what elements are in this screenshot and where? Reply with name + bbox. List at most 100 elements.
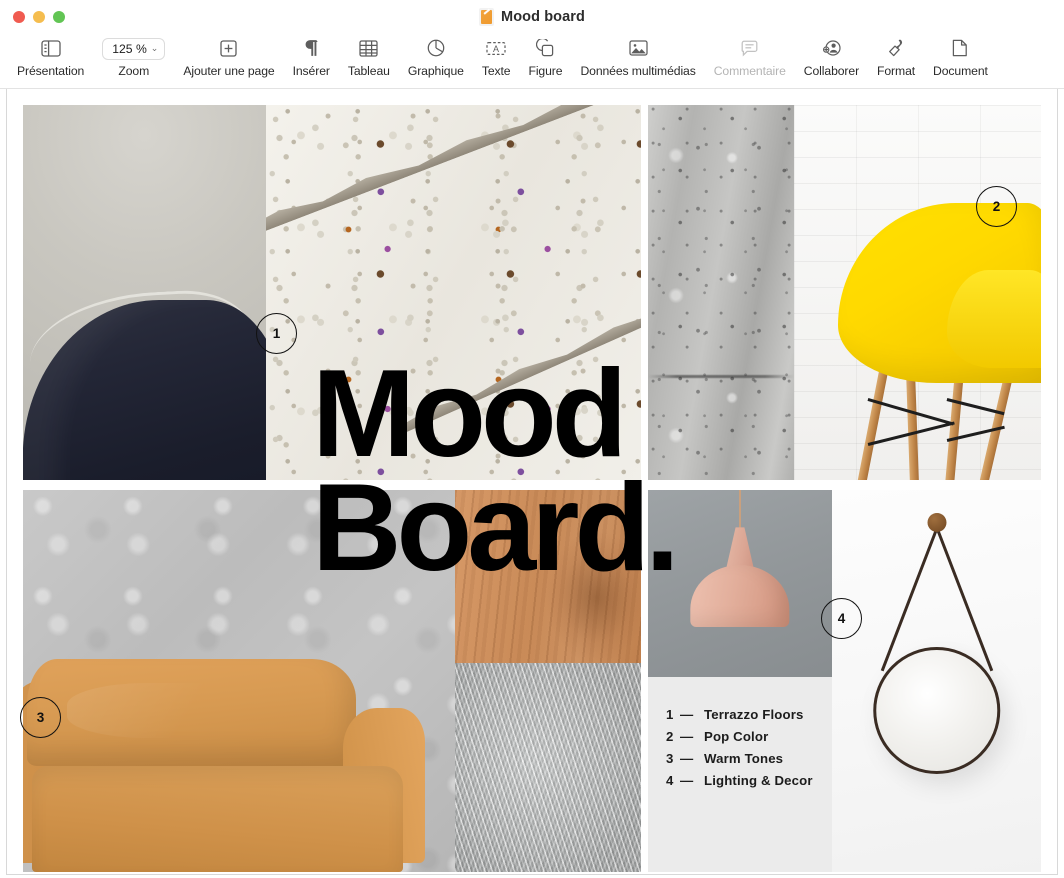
lamp-neck — [726, 527, 754, 568]
legend-row: 1 — Terrazzo Floors — [666, 707, 832, 722]
toolbar-label: Présentation — [17, 64, 84, 78]
toolbar-item-add-page[interactable]: Ajouter une page — [174, 34, 283, 78]
sofa-seat — [32, 766, 404, 872]
toolbar-label: Texte — [482, 64, 511, 78]
text-box-icon: A — [486, 36, 506, 60]
sofa-back-cushion — [27, 659, 355, 765]
legend-number: 3 — [666, 751, 680, 766]
photo-dark-leather-chair[interactable] — [23, 105, 266, 480]
legend-row: 4 — Lighting & Decor — [666, 773, 832, 788]
mood-board-grid: 1 — Terrazzo Floors 2 — Pop Color 3 — [23, 105, 1041, 872]
shape-icon — [536, 36, 554, 60]
legend-row: 3 — Warm Tones — [666, 751, 832, 766]
legend-number: 1 — [666, 707, 680, 722]
lamp-shade — [690, 565, 789, 627]
sofa-group — [23, 650, 455, 872]
photo-blush-pendant-lamp[interactable] — [648, 490, 832, 677]
toolbar-item-collaborate[interactable]: Collaborer — [795, 34, 868, 78]
chair-leg — [857, 368, 889, 480]
legend-dash: — — [680, 773, 704, 788]
toolbar-item-text[interactable]: A Texte — [473, 34, 520, 78]
media-icon — [629, 36, 648, 60]
toolbar-label: Données multimédias — [580, 64, 695, 78]
toolbar-label: Ajouter une page — [183, 64, 274, 78]
toolbar-label: Figure — [528, 64, 562, 78]
grid-quadrant-top-left — [23, 105, 641, 480]
legend-label: Warm Tones — [704, 751, 783, 766]
chart-icon — [427, 36, 445, 60]
toolbar-label: Zoom — [118, 64, 149, 78]
chair-leg — [978, 368, 1014, 480]
zoom-select[interactable]: 125 % ⌄ — [102, 38, 165, 60]
texture-stack — [455, 490, 641, 872]
collaborate-icon — [822, 36, 841, 60]
toolbar-item-shape[interactable]: Figure — [519, 34, 571, 78]
window-title-group: Mood board — [0, 0, 1064, 34]
photo-tan-leather-sofa[interactable] — [23, 490, 455, 872]
badge-1[interactable]: 1 — [256, 313, 297, 354]
legend-dash: — — [680, 729, 704, 744]
comment-icon — [741, 36, 758, 60]
toolbar-item-table[interactable]: Tableau — [339, 34, 399, 78]
photo-round-strap-mirror[interactable] — [832, 490, 1041, 872]
grid-quadrant-bottom-right: 1 — Terrazzo Floors 2 — Pop Color 3 — [648, 490, 1041, 872]
legend-number: 2 — [666, 729, 680, 744]
page-bottom-edge — [6, 874, 1058, 878]
table-icon — [359, 36, 378, 60]
legend-dash: — — [680, 751, 704, 766]
toolbar-label: Collaborer — [804, 64, 859, 78]
toolbar-label: Graphique — [408, 64, 464, 78]
terrazzo-edge-upper — [266, 105, 641, 238]
badge-3[interactable]: 3 — [20, 697, 61, 738]
toolbar-item-media[interactable]: Données multimédias — [571, 34, 704, 78]
toolbar-item-format[interactable]: Format — [868, 34, 924, 78]
chair-armrest — [947, 270, 1041, 368]
pages-document-icon — [479, 8, 494, 26]
mood-board-legend: 1 — Terrazzo Floors 2 — Pop Color 3 — [648, 677, 832, 872]
zoom-field-wrapper: 125 % ⌄ — [102, 36, 165, 60]
svg-text:A: A — [493, 44, 499, 54]
legend-dash: — — [680, 707, 704, 722]
window-titlebar: Mood board — [0, 0, 1064, 34]
photo-wood-grain[interactable] — [455, 490, 641, 663]
toolbar-label: Tableau — [348, 64, 390, 78]
grid-quadrant-bottom-left — [23, 490, 641, 872]
legend-label: Pop Color — [704, 729, 768, 744]
toolbar: Présentation 125 % ⌄ Zoom Ajouter une pa… — [0, 34, 1064, 89]
toolbar-item-presentation[interactable]: Présentation — [8, 34, 93, 78]
photo-terrazzo-slab[interactable] — [266, 105, 641, 480]
document-icon — [952, 36, 968, 60]
toolbar-item-comment[interactable]: Commentaire — [705, 34, 795, 78]
terrazzo-edge-lower — [393, 254, 641, 435]
legend-label: Lighting & Decor — [704, 773, 813, 788]
chair-leg — [906, 367, 919, 480]
toolbar-item-chart[interactable]: Graphique — [399, 34, 473, 78]
window-title: Mood board — [501, 9, 585, 25]
legend-number: 4 — [666, 773, 680, 788]
pages-window: Mood board Présentation 125 % ⌄ — [0, 0, 1064, 878]
chevron-down-icon: ⌄ — [151, 44, 159, 53]
toolbar-item-zoom[interactable]: 125 % ⌄ Zoom — [93, 34, 174, 78]
chair-highlight — [26, 287, 253, 366]
toolbar-label: Format — [877, 64, 915, 78]
toolbar-label: Insérer — [293, 64, 330, 78]
add-page-icon — [220, 36, 237, 60]
toolbar-item-document[interactable]: Document — [924, 34, 997, 78]
badge-2[interactable]: 2 — [976, 186, 1017, 227]
toolbar-label: Document — [933, 64, 988, 78]
format-brush-icon — [887, 36, 905, 60]
badge-4[interactable]: 4 — [821, 598, 862, 639]
photo-concrete-wall[interactable] — [648, 105, 794, 480]
lamp-cord — [739, 490, 741, 531]
grid-quadrant-top-right — [648, 105, 1041, 480]
toolbar-item-insert[interactable]: Insérer — [284, 34, 339, 78]
document-canvas[interactable]: 1 — Terrazzo Floors 2 — Pop Color 3 — [0, 89, 1064, 878]
mirror-glass — [873, 647, 1000, 774]
legend-label: Terrazzo Floors — [704, 707, 803, 722]
photo-yellow-eames-chair[interactable] — [794, 105, 1041, 480]
toolbar-label: Commentaire — [714, 64, 786, 78]
sidebar-icon — [41, 36, 61, 60]
photo-grey-fur-rug[interactable] — [455, 663, 641, 872]
zoom-value: 125 % — [112, 42, 147, 56]
document-page[interactable]: 1 — Terrazzo Floors 2 — Pop Color 3 — [6, 89, 1058, 878]
